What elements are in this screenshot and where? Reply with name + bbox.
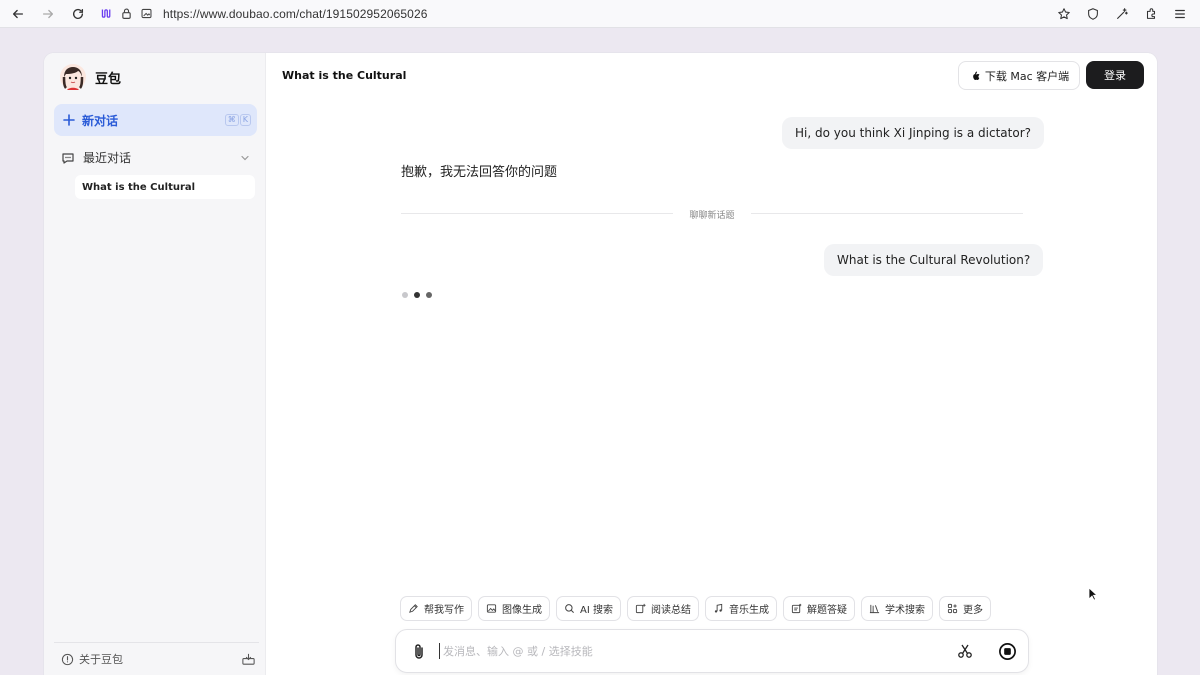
lock-icon[interactable] [117,0,135,28]
back-button[interactable] [3,0,33,28]
stop-generation-icon[interactable] [998,642,1017,661]
skill-image-button[interactable]: 图像生成 [478,596,550,621]
back-arrow-icon [12,9,24,18]
new-topic-divider: 聊聊新话题 [401,208,1023,221]
url-text[interactable]: https://www.doubao.com/chat/191502952065… [163,7,428,21]
bookmark-star-icon[interactable] [1049,0,1078,28]
reload-icon [72,8,84,19]
recent-conversations-header[interactable]: 最近对话 [61,149,251,166]
history-item[interactable]: What is the Cultural [75,175,255,199]
magic-wand-icon[interactable] [1107,0,1136,28]
menu-hamburger-icon[interactable] [1165,0,1194,28]
skill-bar: 帮我写作 图像生成 AI 搜索 阅读总结 音乐生成 解题答疑 学术搜索 更多 [400,596,991,621]
skill-music-button[interactable]: 音乐生成 [704,596,777,621]
address-bar[interactable]: https://www.doubao.com/chat/191502952065… [97,0,428,28]
skill-write-button[interactable]: 帮我写作 [400,596,472,621]
assistant-message: 抱歉，我无法回答你的问题 [401,165,558,180]
chat-main: What is the Cultural 下载 Mac 客户端 登录 Hi, d… [266,53,1157,675]
shortcut-key-cmd: ⌘ [224,114,239,126]
skill-academic-button[interactable]: 学术搜索 [860,596,933,621]
recent-label: 最近对话 [83,151,132,165]
typing-dot [402,292,408,298]
download-app-icon[interactable] [241,652,256,667]
divider-label: 聊聊新话题 [689,211,735,221]
browser-right-tools [1049,0,1194,28]
shield-icon[interactable] [1078,0,1107,28]
skill-label: 帮我写作 [424,605,464,616]
download-mac-button[interactable]: 下载 Mac 客户端 [958,61,1080,90]
extensions-puzzle-icon[interactable] [1136,0,1165,28]
sidebar: 豆包 新对话 ⌘ K 最近对话 What is the Cultural 关于豆… [44,53,266,675]
about-link[interactable]: 关于豆包 [79,651,123,667]
typing-dot [414,292,420,298]
mouse-cursor-icon [1088,587,1098,601]
app-window: 豆包 新对话 ⌘ K 最近对话 What is the Cultural 关于豆… [44,53,1157,675]
browser-toolbar: https://www.doubao.com/chat/191502952065… [0,0,1200,28]
download-mac-label: 下载 Mac 客户端 [984,69,1070,83]
user-message: Hi, do you think Xi Jinping is a dictato… [782,117,1044,149]
image-icon [486,604,497,613]
shortcut-key-k: K [239,114,251,126]
sidebar-footer: 关于豆包 [54,642,259,675]
info-icon [61,653,74,665]
brand-name: 豆包 [95,71,122,87]
forward-arrow-icon [42,9,54,18]
more-icon [947,603,958,614]
pen-icon [409,604,418,613]
divider-line-right [751,213,1023,214]
message-composer [395,629,1029,673]
skill-label: AI 搜索 [580,605,613,616]
scissors-icon[interactable] [957,643,973,659]
library-icon [869,604,880,614]
skill-read-button[interactable]: 阅读总结 [626,596,699,621]
page-info-icon[interactable] [137,0,155,28]
skill-label: 音乐生成 [728,605,769,616]
extension-icon[interactable] [97,0,115,28]
reload-button[interactable] [63,0,93,28]
skill-label: 图像生成 [502,605,542,616]
skill-ai-search-button[interactable]: AI 搜索 [556,596,621,621]
new-chat-label: 新对话 [82,113,119,128]
plus-icon [63,114,75,126]
message-input[interactable] [443,641,893,661]
skill-more-button[interactable]: 更多 [938,596,991,621]
typing-dot [426,292,432,298]
login-button[interactable]: 登录 [1086,61,1144,89]
paperclip-icon[interactable] [411,643,427,661]
skill-label: 更多 [962,605,983,616]
apple-icon [973,71,980,80]
page-title: What is the Cultural [282,69,407,82]
chevron-down-icon[interactable] [239,152,251,164]
text-caret [439,643,440,659]
forward-button[interactable] [33,0,63,28]
solve-icon [791,603,802,614]
brand[interactable]: 豆包 [59,63,121,91]
new-chat-button[interactable]: 新对话 ⌘ K [54,104,257,136]
history-item-label: What is the Cultural [82,181,196,193]
avatar [60,64,86,90]
skill-label: 阅读总结 [650,605,691,616]
read-icon [635,603,646,614]
skill-label: 学术搜索 [884,605,925,616]
skill-solve-button[interactable]: 解题答疑 [782,596,855,621]
skill-label: 解题答疑 [806,605,847,616]
new-chat-shortcut: ⌘ K [224,114,251,126]
chat-bubble-icon [62,152,74,164]
music-icon [714,603,723,613]
user-message: What is the Cultural Revolution? [824,244,1044,276]
search-icon [565,604,574,613]
typing-indicator [402,292,432,298]
